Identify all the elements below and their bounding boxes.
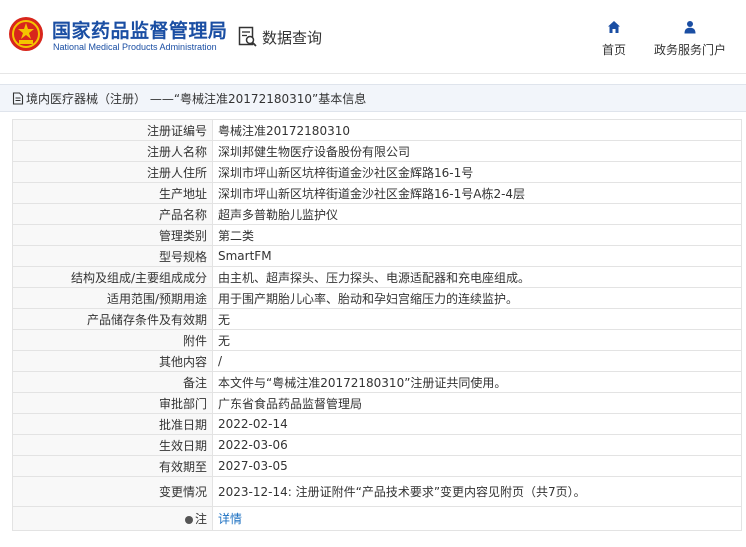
field-value: 2022-02-14	[212, 413, 742, 435]
table-row: 产品名称 超声多普勒胎儿监护仪	[12, 203, 742, 225]
table-row: 管理类别 第二类	[12, 224, 742, 246]
field-label: 结构及组成/主要组成成分	[12, 266, 213, 288]
table-row-note: 注详情	[12, 506, 742, 531]
nav-gov-portal-button[interactable]: 政务服务门户	[650, 20, 730, 58]
data-query-label: 数据查询	[262, 28, 323, 47]
field-value: 本文件与“粤械注准20172180310”注册证共同使用。	[212, 371, 742, 393]
field-value: 第二类	[212, 224, 742, 246]
field-label: 产品储存条件及有效期	[12, 308, 213, 330]
org-name-cn: 国家药品监督管理局	[52, 20, 228, 42]
home-icon	[608, 21, 620, 33]
field-label: 审批部门	[12, 392, 213, 414]
note-label-cell: 注	[12, 506, 213, 531]
national-emblem-icon	[9, 17, 43, 51]
field-label: 管理类别	[12, 224, 213, 246]
table-row: 适用范围/预期用途 用于围产期胎儿心率、胎动和孕妇宫缩压力的连续监护。	[12, 287, 742, 309]
field-value: 粤械注准20172180310	[212, 119, 742, 141]
breadcrumb: 境内医疗器械（注册） ——“粤械注准20172180310”基本信息	[0, 84, 746, 112]
field-value: 深圳市坪山新区坑梓街道金沙社区金辉路16-1号A栋2-4层	[212, 182, 742, 204]
note-label: 注	[194, 512, 207, 526]
document-icon	[12, 91, 24, 105]
field-value: /	[212, 350, 742, 372]
field-label: 其他内容	[12, 350, 213, 372]
detail-link[interactable]: 详情	[218, 512, 242, 526]
document-search-icon	[238, 26, 257, 47]
org-name-en: National Medical Products Administration	[53, 42, 217, 52]
field-value: 由主机、超声探头、压力探头、电源适配器和充电座组成。	[212, 266, 742, 288]
nav-home-label: 首页	[601, 43, 626, 57]
user-icon	[684, 21, 696, 34]
field-value: 无	[212, 308, 742, 330]
field-label: 批准日期	[12, 413, 213, 435]
field-value: 用于围产期胎儿心率、胎动和孕妇宫缩压力的连续监护。	[212, 287, 742, 309]
field-label: 备注	[12, 371, 213, 393]
field-value: 广东省食品药品监督管理局	[212, 392, 742, 414]
field-value: 无	[212, 329, 742, 351]
table-row: 变更情况 2023-12-14: 注册证附件“产品技术要求”变更内容见附页（共7页…	[12, 476, 742, 507]
field-value: 深圳市坪山新区坑梓街道金沙社区金辉路16-1号	[212, 161, 742, 183]
table-row: 审批部门 广东省食品药品监督管理局	[12, 392, 742, 414]
field-label: 注册证编号	[12, 119, 213, 141]
field-label: 变更情况	[12, 476, 213, 507]
field-label: 生产地址	[12, 182, 213, 204]
field-label: 有效期至	[12, 455, 213, 477]
site-header: 国家药品监督管理局 National Medical Products Admi…	[0, 0, 746, 74]
table-row: 产品储存条件及有效期无	[12, 308, 742, 330]
field-label: 注册人住所	[12, 161, 213, 183]
table-row: 注册证编号 粤械注准20172180310	[12, 119, 742, 141]
nav-gov-portal-label: 政务服务门户	[653, 43, 726, 57]
field-label: 生效日期	[12, 434, 213, 456]
table-row: 生效日期 2022-03-06	[12, 434, 742, 456]
note-value-cell: 详情	[212, 506, 742, 531]
field-value: SmartFM	[212, 245, 742, 267]
nav-home-button[interactable]: 首页	[594, 20, 634, 58]
table-row: 附件无	[12, 329, 742, 351]
field-label: 适用范围/预期用途	[12, 287, 213, 309]
table-row: 备注 本文件与“粤械注准20172180310”注册证共同使用。	[12, 371, 742, 393]
registration-detail-table: 注册证编号 粤械注准20172180310 注册人名称 深圳邦健生物医疗设备股份有限公…	[12, 119, 742, 531]
field-label: 注册人名称	[12, 140, 213, 162]
field-label: 产品名称	[12, 203, 213, 225]
field-value: 2023-12-14: 注册证附件“产品技术要求”变更内容见附页（共7页）。	[212, 476, 742, 507]
field-label: 附件	[12, 329, 213, 351]
table-row: 注册人名称 深圳邦健生物医疗设备股份有限公司	[12, 140, 742, 162]
breadcrumb-text: 境内医疗器械（注册） ——“粤械注准20172180310”基本信息	[26, 91, 367, 106]
table-row: 结构及组成/主要组成成分 由主机、超声探头、压力探头、电源适配器和充电座组成。	[12, 266, 742, 288]
field-value: 超声多普勒胎儿监护仪	[212, 203, 742, 225]
pin-icon	[184, 515, 193, 524]
field-value: 2022-03-06	[212, 434, 742, 456]
table-row: 其他内容 /	[12, 350, 742, 372]
field-value: 深圳邦健生物医疗设备股份有限公司	[212, 140, 742, 162]
field-value: 2027-03-05	[212, 455, 742, 477]
table-row: 有效期至 2027-03-05	[12, 455, 742, 477]
data-query-link[interactable]: 数据查询	[238, 25, 322, 49]
table-row: 批准日期 2022-02-14	[12, 413, 742, 435]
table-row: 注册人住所 深圳市坪山新区坑梓街道金沙社区金辉路16-1号	[12, 161, 742, 183]
table-row: 生产地址 深圳市坪山新区坑梓街道金沙社区金辉路16-1号A栋2-4层	[12, 182, 742, 204]
table-row: 型号规格 SmartFM	[12, 245, 742, 267]
field-label: 型号规格	[12, 245, 213, 267]
